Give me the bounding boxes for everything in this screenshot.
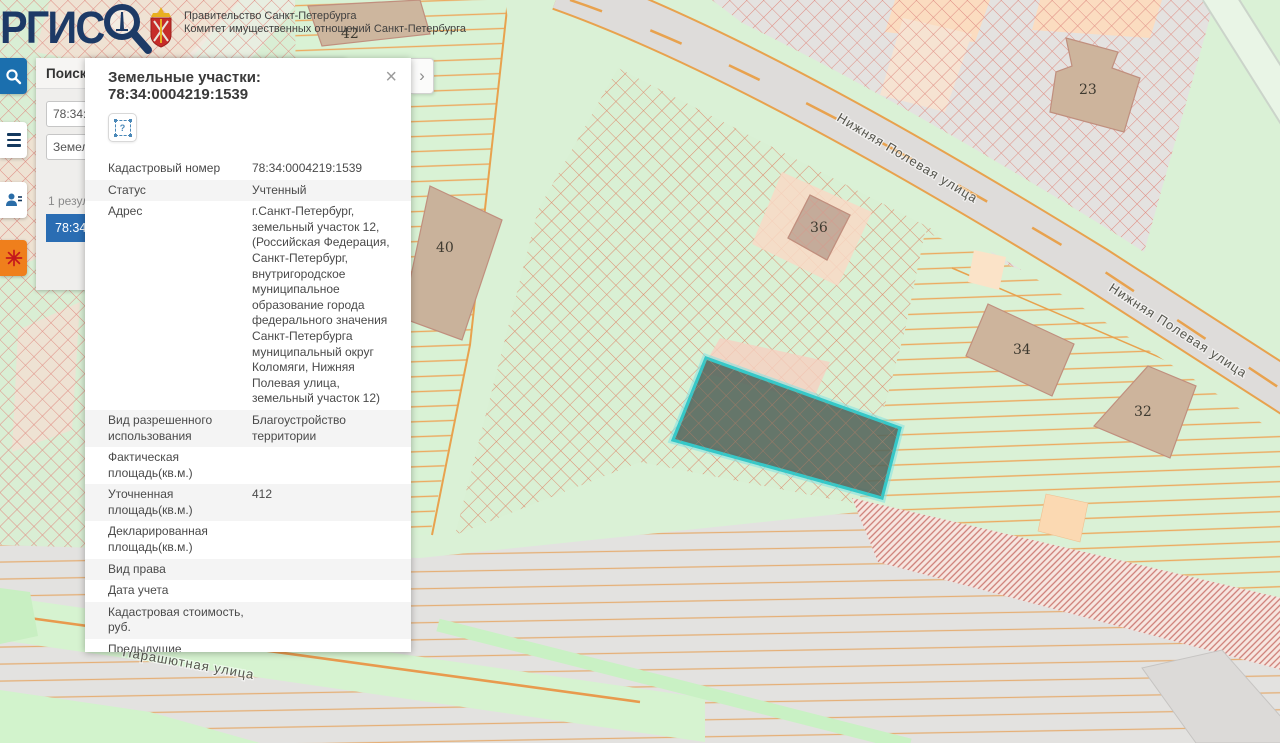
search-tool-button[interactable] <box>0 58 27 94</box>
attribute-row: Уточненная площадь(кв.м.)412 <box>85 484 411 521</box>
gov-line-2: Комитет имущественных отношений Санкт-Пе… <box>184 23 466 36</box>
building-label: 32 <box>1134 404 1152 420</box>
government-header: Правительство Санкт-Петербурга Комитет и… <box>146 7 466 49</box>
close-icon[interactable]: × <box>381 69 401 85</box>
layers-menu-button[interactable] <box>0 122 27 158</box>
chevron-right-icon: › <box>419 66 425 86</box>
spb-coat-of-arms-icon <box>146 7 176 49</box>
attribute-label: Адрес <box>108 204 252 407</box>
building-label: 23 <box>1079 82 1097 98</box>
attribute-row: СтатусУчтенный <box>85 180 411 202</box>
attribute-table: Кадастровый номер78:34:0004219:1539Стату… <box>85 158 411 652</box>
attribute-label: Вид права <box>108 562 252 578</box>
attribute-label: Дата учета <box>108 583 252 599</box>
extent-question-icon: ? <box>115 120 131 136</box>
search-icon <box>5 68 22 85</box>
parcel-info-popup: Земельные участки: 78:34:0004219:1539 × … <box>85 58 411 652</box>
attribute-value <box>252 524 401 555</box>
building-label: 40 <box>436 240 454 256</box>
attribute-label: Кадастровый номер <box>108 161 252 177</box>
gov-line-1: Правительство Санкт-Петербурга <box>184 10 466 23</box>
attribute-value <box>252 642 401 652</box>
attribute-row: Кадастровый номер78:34:0004219:1539 <box>85 158 411 180</box>
attribute-row: Адресг.Санкт-Петербург, земельный участо… <box>85 201 411 410</box>
results-list-button[interactable] <box>0 182 27 218</box>
attribute-value: 78:34:0004219:1539 <box>252 161 401 177</box>
attribute-row: Вид разрешенного использованияБлагоустро… <box>85 410 411 447</box>
popup-collapse-button[interactable]: › <box>411 58 434 94</box>
attribute-value: Благоустройство территории <box>252 413 401 444</box>
attribute-row: Дата учета <box>85 580 411 602</box>
attribute-label: Предыдущие кадастровые номера <box>108 642 252 652</box>
highlight-extent-button[interactable]: ? <box>108 113 137 142</box>
attribute-value <box>252 583 401 599</box>
attribute-label: Вид разрешенного использования <box>108 413 252 444</box>
attribute-row: Декларированная площадь(кв.м.) <box>85 521 411 558</box>
building-label: 34 <box>1013 342 1031 358</box>
building-label: 36 <box>810 220 828 236</box>
popup-title: Земельные участки: 78:34:0004219:1539 <box>108 69 381 103</box>
attribute-value <box>252 605 401 636</box>
attribute-label: Уточненная площадь(кв.м.) <box>108 487 252 518</box>
kio-emblem-button[interactable] <box>0 240 27 276</box>
attribute-value: г.Санкт-Петербург, земельный участок 12,… <box>252 204 401 407</box>
attribute-row: Вид права <box>85 559 411 581</box>
attribute-label: Кадастровая стоимость, руб. <box>108 605 252 636</box>
attribute-value <box>252 562 401 578</box>
attribute-row: Фактическая площадь(кв.м.) <box>85 447 411 484</box>
kio-emblem-icon <box>5 249 23 267</box>
menu-icon <box>7 133 21 146</box>
attribute-value: 412 <box>252 487 401 518</box>
attribute-label: Декларированная площадь(кв.м.) <box>108 524 252 555</box>
attribute-label: Фактическая площадь(кв.м.) <box>108 450 252 481</box>
attribute-row: Кадастровая стоимость, руб. <box>85 602 411 639</box>
rgis-logo-text: РГИС <box>0 2 103 54</box>
attribute-value: Учтенный <box>252 183 401 199</box>
attribute-label: Статус <box>108 183 252 199</box>
attribute-row: Предыдущие кадастровые номера <box>85 639 411 652</box>
rgis-logo[interactable]: РГИС <box>0 0 156 58</box>
user-list-icon <box>5 192 23 208</box>
attribute-value <box>252 450 401 481</box>
